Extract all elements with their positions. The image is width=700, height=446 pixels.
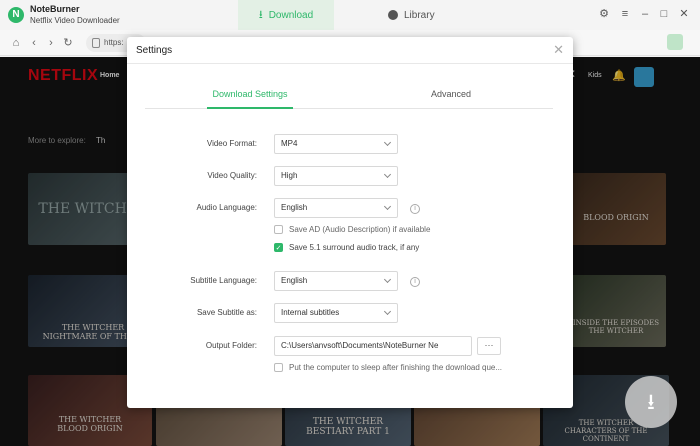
sleep-label: Put the computer to sleep after finishin… — [289, 363, 503, 372]
title-bar: N NoteBurner Netflix Video Downloader ⭳ … — [0, 0, 700, 30]
active-tab-underline — [207, 107, 293, 109]
video-format-select[interactable]: MP4 — [274, 134, 398, 154]
tab-library-label: Library — [404, 9, 435, 21]
subtitle-language-label: Subtitle Language: — [190, 276, 257, 285]
sleep-option[interactable]: Put the computer to sleep after finishin… — [274, 363, 502, 372]
output-folder-label: Output Folder: — [205, 341, 257, 350]
settings-dialog: Settings ✕ Download Settings Advanced Vi… — [127, 37, 573, 408]
chevron-down-icon — [383, 307, 392, 316]
info-icon[interactable]: i — [410, 277, 420, 287]
save-ad-option[interactable]: Save AD (Audio Description) if available — [274, 225, 430, 234]
settings-gear-icon[interactable]: ⚙ — [597, 7, 611, 21]
settings-tabs: Download Settings Advanced — [145, 89, 553, 109]
back-icon[interactable]: ‹ — [27, 36, 41, 50]
save-51-checkbox[interactable]: ✓ — [274, 243, 283, 252]
chevron-down-icon — [383, 170, 392, 179]
sleep-checkbox[interactable] — [274, 363, 283, 372]
app-name: NoteBurner — [30, 4, 80, 14]
download-arrow-icon: ⭳ — [258, 8, 263, 21]
minimize-icon[interactable]: – — [638, 7, 652, 21]
info-icon[interactable]: i — [410, 204, 420, 214]
subtitle-language-select[interactable]: English — [274, 271, 398, 291]
maximize-icon[interactable]: □ — [657, 7, 671, 21]
save-51-option[interactable]: ✓ Save 5.1 surround audio track, if any — [274, 243, 419, 252]
chevron-down-icon — [383, 275, 392, 284]
home-icon[interactable]: ⌂ — [9, 36, 23, 50]
save-51-label: Save 5.1 surround audio track, if any — [289, 243, 420, 252]
chevron-down-icon — [383, 202, 392, 211]
save-subtitle-label: Save Subtitle as: — [196, 308, 257, 317]
close-icon[interactable]: ✕ — [553, 42, 564, 58]
audio-language-label: Audio Language: — [196, 203, 258, 212]
tab-advanced[interactable]: Advanced — [355, 89, 547, 99]
noteburner-logo-icon: N — [8, 7, 24, 23]
tab-library[interactable]: Library — [388, 0, 448, 30]
audio-language-select[interactable]: English — [274, 198, 398, 218]
video-format-label: Video Format: — [206, 139, 257, 148]
clock-icon — [388, 10, 398, 20]
save-subtitle-select[interactable]: Internal subtitles — [274, 303, 398, 323]
download-video-icon[interactable] — [667, 34, 683, 50]
save-ad-label: Save AD (Audio Description) if available — [289, 225, 431, 234]
shield-icon — [92, 38, 100, 48]
app-subtitle: Netflix Video Downloader — [30, 16, 120, 25]
menu-icon[interactable]: ≡ — [618, 7, 632, 21]
reload-icon[interactable]: ↻ — [61, 36, 75, 50]
tab-download[interactable]: ⭳ Download — [238, 0, 334, 30]
save-ad-checkbox[interactable] — [274, 225, 283, 234]
video-quality-select[interactable]: High — [274, 166, 398, 186]
browse-folder-button[interactable]: ··· — [477, 337, 501, 355]
output-folder-input[interactable]: C:\Users\anvsoft\Documents\NoteBurner Ne — [274, 336, 472, 356]
video-quality-label: Video Quality: — [207, 171, 257, 180]
download-float-button[interactable]: ⭳ — [625, 376, 677, 428]
divider — [127, 63, 573, 64]
forward-icon[interactable]: › — [44, 36, 58, 50]
dialog-title: Settings — [136, 45, 173, 56]
tab-download-label: Download — [268, 9, 314, 21]
close-window-icon[interactable]: ✕ — [677, 7, 691, 21]
chevron-down-icon — [383, 138, 392, 147]
tab-download-settings[interactable]: Download Settings — [145, 89, 355, 99]
